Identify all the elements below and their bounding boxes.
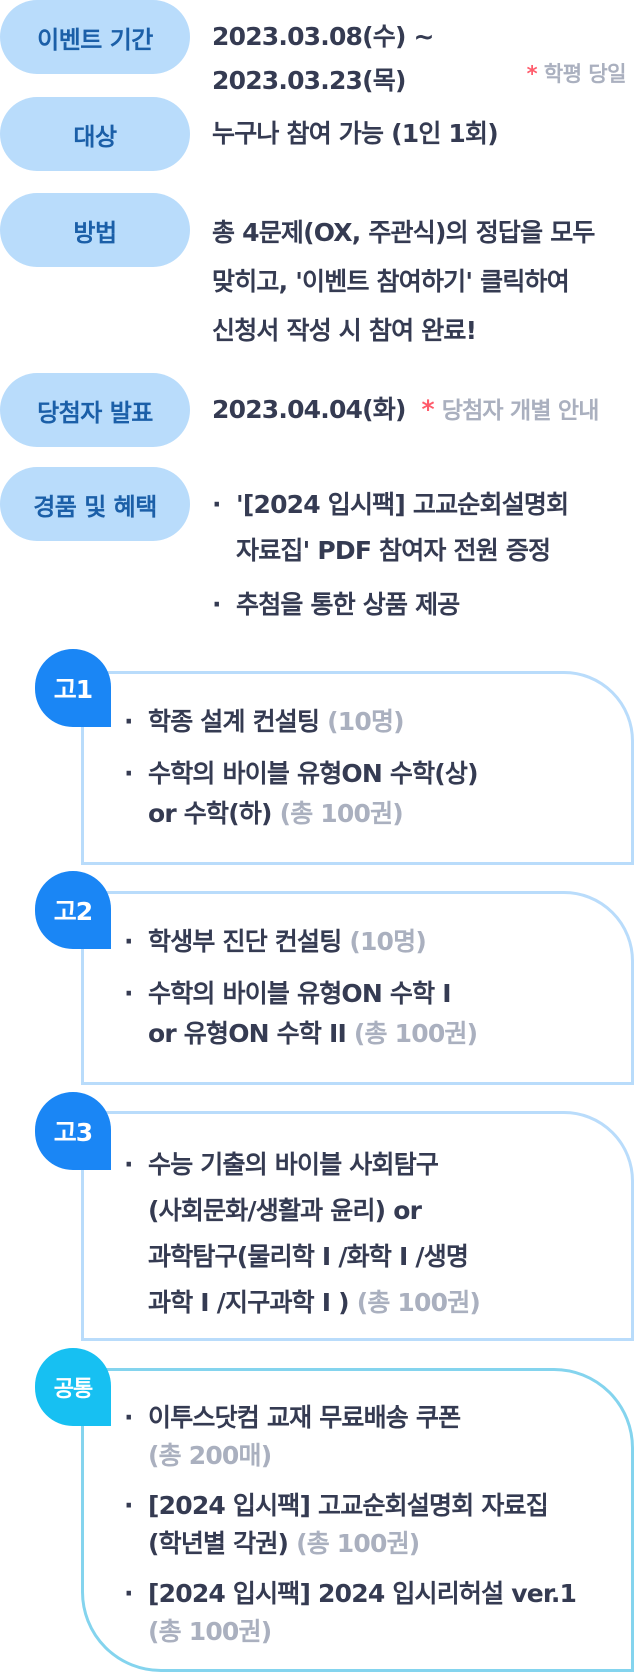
- prize-label: 경품 및 혜택: [0, 467, 190, 541]
- list-item: 학생부 진단 컨설팅 (10명): [124, 922, 617, 962]
- grade3-tag: 고3: [35, 1092, 111, 1170]
- grade1-list: 학종 설계 컨설팅 (10명) 수학의 바이블 유형ON 수학(상) or 수학…: [124, 702, 617, 846]
- note-star: *: [421, 395, 435, 424]
- common-list: 이투스닷컴 교재 무료배송 쿠폰 (총 200매) [2024 입시팩] 고교순…: [124, 1399, 617, 1663]
- grade3-box: 수능 기출의 바이블 사회탐구 (사회문화/생활과 윤리) or 과학탐구(물리…: [81, 1111, 634, 1341]
- grade1-box: 학종 설계 컨설팅 (10명) 수학의 바이블 유형ON 수학(상) or 수학…: [81, 671, 634, 865]
- list-item: 학종 설계 컨설팅 (10명): [124, 702, 617, 742]
- announce-value: 2023.04.04(화) * 당첨자 개별 안내: [212, 388, 632, 433]
- method-value: 총 4문제(OX, 주관식)의 정답을 모두 맞히고, '이벤트 참여하기' 클…: [212, 208, 632, 355]
- list-item: 수능 기출의 바이블 사회탐구 (사회문화/생활과 윤리) or 과학탐구(물리…: [124, 1142, 617, 1326]
- announce-date: 2023.04.04(화): [212, 395, 406, 424]
- list-item: [2024 입시팩] 고교순회설명회 자료집 (학년별 각권) (총 100권): [124, 1487, 617, 1563]
- list-item: '[2024 입시팩] 고교순회설명회 자료집' PDF 참여자 전원 증정: [212, 482, 632, 574]
- grade1-tag: 고1: [35, 649, 111, 727]
- list-item: 수학의 바이블 유형ON 수학(상) or 수학(하) (총 100권): [124, 754, 617, 834]
- grade2-list: 학생부 진단 컨설팅 (10명) 수학의 바이블 유형ON 수학 I or 유형…: [124, 922, 617, 1066]
- method-line: 맞히고, '이벤트 참여하기' 클릭하여: [212, 267, 570, 296]
- method-line: 총 4문제(OX, 주관식)의 정답을 모두: [212, 218, 595, 247]
- list-item: 이투스닷컴 교재 무료배송 쿠폰 (총 200매): [124, 1399, 617, 1475]
- announce-label: 당첨자 발표: [0, 373, 190, 447]
- target-value: 누구나 참여 가능 (1인 1회): [212, 119, 499, 148]
- list-item: 수학의 바이블 유형ON 수학 I or 유형ON 수학 II (총 100권): [124, 974, 617, 1054]
- announce-note: 당첨자 개별 안내: [441, 398, 600, 424]
- common-tag: 공통: [35, 1348, 111, 1426]
- target-label: 대상: [0, 97, 190, 171]
- method-line: 신청서 작성 시 참여 완료!: [212, 316, 477, 345]
- note-star: *: [526, 62, 538, 86]
- note-text: 학평 당일: [543, 62, 627, 86]
- event-info: 이벤트 기간 2023.03.08(수) ~ 2023.03.23(목) * 학…: [0, 0, 640, 1674]
- common-box: 이투스닷컴 교재 무료배송 쿠폰 (총 200매) [2024 입시팩] 고교순…: [81, 1368, 634, 1672]
- list-item: 추첨을 통한 상품 제공: [212, 582, 632, 628]
- grade2-box: 학생부 진단 컨설팅 (10명) 수학의 바이블 유형ON 수학 I or 유형…: [81, 891, 634, 1085]
- grade3-list: 수능 기출의 바이블 사회탐구 (사회문화/생활과 윤리) or 과학탐구(물리…: [124, 1142, 617, 1338]
- grade2-tag: 고2: [35, 871, 111, 949]
- event-period-note: * 학평 당일: [526, 58, 627, 88]
- prize-list: '[2024 입시팩] 고교순회설명회 자료집' PDF 참여자 전원 증정 추…: [212, 482, 632, 628]
- method-label: 방법: [0, 193, 190, 267]
- list-item: [2024 입시팩] 2024 입시리허설 ver.1 (총 100권): [124, 1575, 617, 1651]
- event-period-label: 이벤트 기간: [0, 0, 190, 74]
